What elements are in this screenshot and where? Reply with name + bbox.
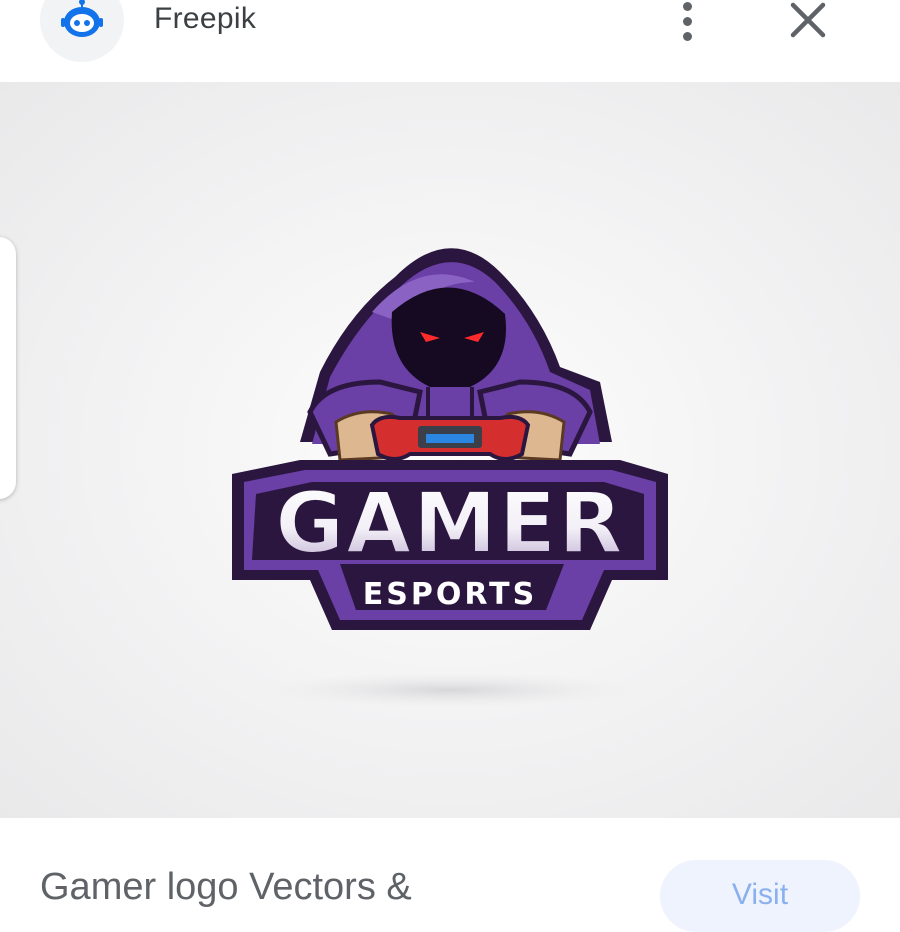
result-title[interactable]: Gamer logo Vectors &: [40, 866, 412, 909]
side-panel-handle[interactable]: [0, 237, 16, 499]
freepik-robot-icon: [61, 0, 103, 37]
close-icon: [790, 2, 826, 38]
logo-title: GAMER: [275, 474, 625, 572]
visit-button[interactable]: Visit: [660, 860, 860, 932]
more-vert-icon: [682, 1, 692, 11]
close-button[interactable]: [782, 0, 834, 46]
more-options-button[interactable]: [662, 0, 712, 44]
logo-subtitle: ESPORTS: [363, 577, 537, 612]
source-name[interactable]: Freepik: [154, 2, 256, 36]
gamer-esports-logo: GAMER ESPORTS: [232, 248, 668, 708]
more-vert-icon-dot: [682, 31, 692, 41]
image-viewer-header: Freepik: [0, 0, 900, 82]
source-avatar[interactable]: [40, 0, 124, 62]
preview-image: GAMER ESPORTS: [0, 82, 900, 818]
more-vert-icon-dot: [682, 16, 692, 26]
